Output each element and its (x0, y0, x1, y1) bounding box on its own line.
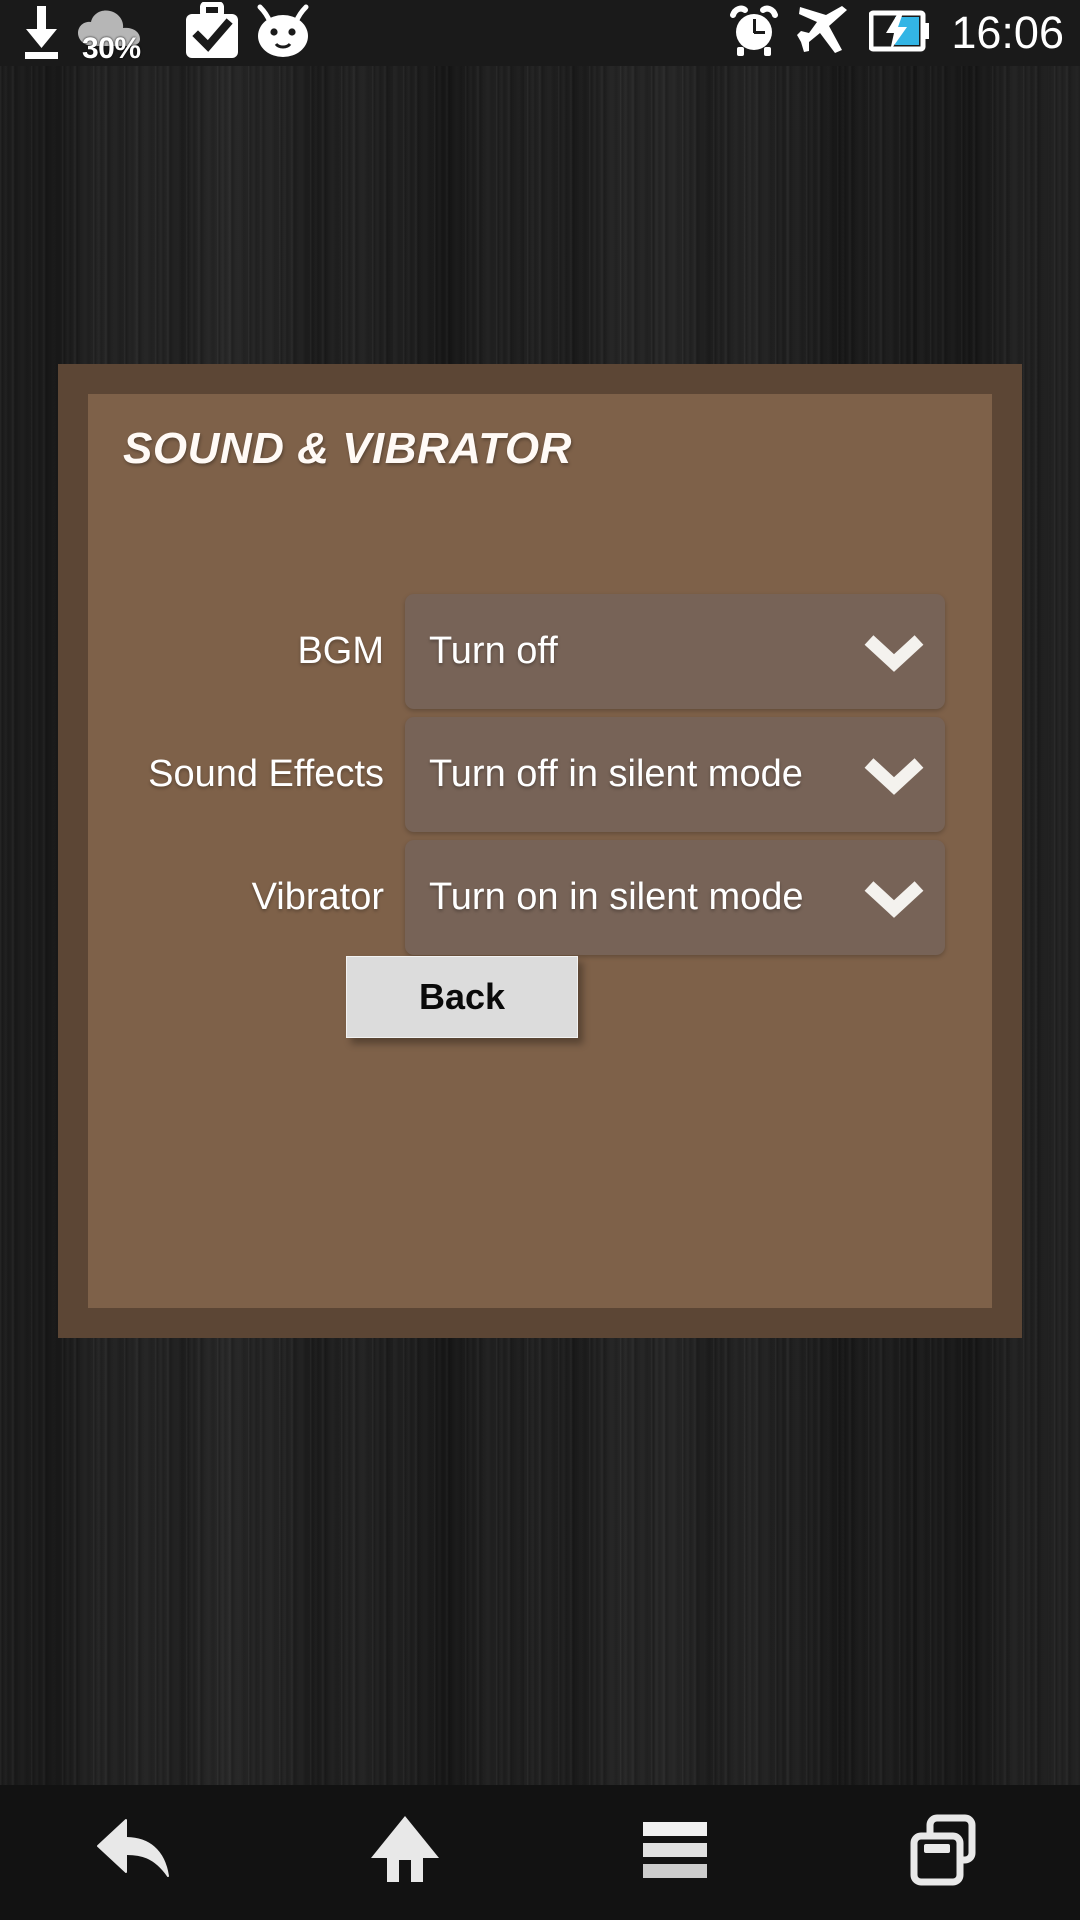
back-button[interactable]: Back (346, 956, 578, 1038)
dropdown-sound-effects[interactable]: Turn off in silent mode (405, 717, 945, 832)
briefcase-check-icon (184, 0, 240, 65)
setting-row-vibrator: Vibrator Turn on in silent mode (88, 836, 992, 959)
download-icon (14, 2, 68, 65)
chevron-down-icon[interactable] (859, 740, 929, 810)
nav-menu-button[interactable] (540, 1785, 810, 1920)
dropdown-sound-effects-value: Turn off in silent mode (429, 753, 803, 795)
chevron-down-icon[interactable] (859, 863, 929, 933)
navigation-bar (0, 1785, 1080, 1920)
android-head-icon (252, 3, 314, 64)
cloud-icon: 30% (74, 2, 152, 65)
battery-charging-icon (868, 9, 931, 58)
nav-recents-button[interactable] (810, 1785, 1080, 1920)
dropdown-vibrator-value: Turn on in silent mode (429, 876, 804, 918)
home-icon (365, 1812, 445, 1893)
back-button-label: Back (418, 976, 506, 1017)
status-bar-right-icons: 16:06 (729, 0, 1064, 66)
recents-overlapping-windows-icon (906, 1812, 984, 1893)
hamburger-menu-icon (637, 1818, 713, 1887)
settings-dialog: SOUND & VIBRATOR BGM Turn off Sound Effe… (58, 364, 1022, 1338)
setting-label-vibrator: Vibrator (251, 876, 384, 918)
setting-label-bgm: BGM (297, 630, 384, 672)
status-bar-clock: 16:06 (951, 7, 1064, 58)
status-bar-left-icons: 30% (14, 0, 314, 66)
page-title: SOUND & VIBRATOR (123, 424, 572, 473)
setting-label-sound-effects: Sound Effects (148, 753, 384, 795)
dropdown-bgm-value: Turn off (429, 630, 558, 672)
airplane-icon (797, 5, 851, 61)
nav-home-button[interactable] (270, 1785, 540, 1920)
settings-dialog-inner: SOUND & VIBRATOR BGM Turn off Sound Effe… (88, 394, 992, 1308)
chevron-down-icon[interactable] (859, 617, 929, 687)
dropdown-vibrator[interactable]: Turn on in silent mode (405, 840, 945, 955)
setting-row-sound-effects: Sound Effects Turn off in silent mode (88, 713, 992, 836)
nav-back-button[interactable] (0, 1785, 270, 1920)
alarm-clock-icon (729, 5, 779, 62)
settings-rows: BGM Turn off Sound Effects Turn off in s… (88, 590, 992, 959)
status-bar: 30% 16:06 (0, 0, 1080, 66)
setting-row-bgm: BGM Turn off (88, 590, 992, 713)
battery-percent-label: 30% (82, 32, 141, 65)
dropdown-bgm[interactable]: Turn off (405, 594, 945, 709)
back-arrow-icon (92, 1814, 178, 1891)
